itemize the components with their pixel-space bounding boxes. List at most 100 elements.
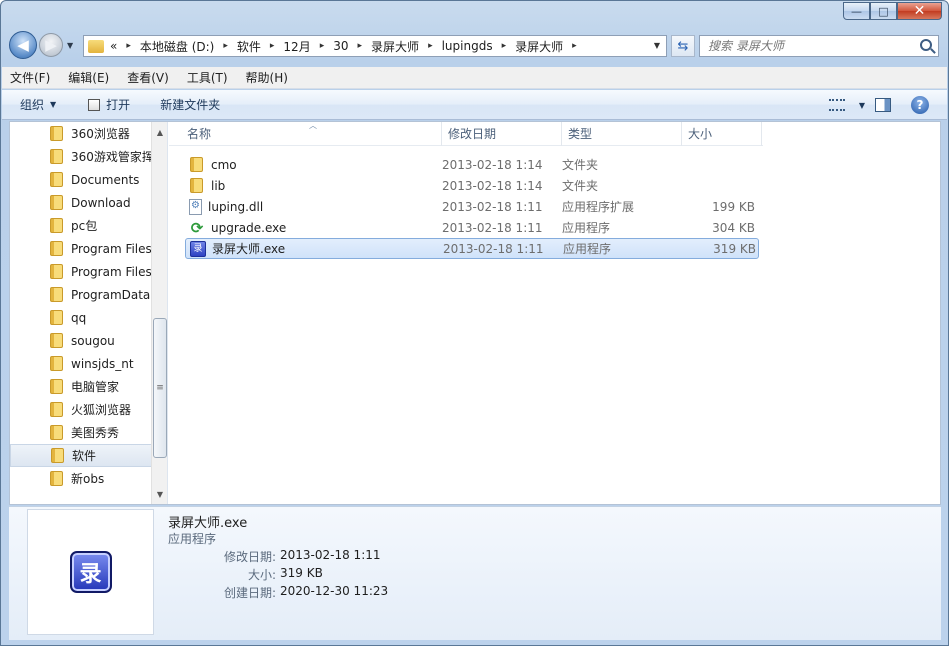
- open-button[interactable]: 打开: [88, 96, 130, 113]
- nav-item[interactable]: Download: [10, 191, 167, 214]
- forward-button[interactable]: ▶: [39, 33, 63, 57]
- breadcrumb-separator-icon[interactable]: ▸: [572, 41, 577, 51]
- breadcrumb-item[interactable]: 12月: [283, 38, 310, 55]
- menu-view[interactable]: 查看(V): [127, 69, 169, 86]
- folder-icon: [50, 195, 63, 210]
- back-button[interactable]: ◀: [9, 31, 37, 59]
- refresh-button[interactable]: ⇆: [671, 35, 695, 57]
- nav-item[interactable]: 火狐浏览器: [10, 398, 167, 421]
- nav-item[interactable]: pc包: [10, 214, 167, 237]
- folder-icon: [50, 333, 63, 348]
- breadcrumb-item[interactable]: 录屏大师: [515, 38, 563, 55]
- details-file-name: 录屏大师.exe: [168, 516, 248, 531]
- menu-tools[interactable]: 工具(T): [187, 69, 228, 86]
- column-header-label: 名称: [187, 127, 212, 141]
- file-name: 录屏大师.exe: [212, 242, 286, 256]
- breadcrumb-separator-icon[interactable]: ▸: [502, 41, 507, 51]
- navigation-bar: ◀ ▶ ▼ « ▸ 本地磁盘 (D:) ▸ 软件 ▸ 12月 ▸ 30 ▸ 录屏…: [9, 31, 941, 61]
- menu-file[interactable]: 文件(F): [10, 69, 50, 86]
- nav-item-selected[interactable]: 软件: [10, 444, 167, 467]
- file-row[interactable]: luping.dll 2013-02-18 1:11 应用程序扩展 199 KB: [185, 196, 759, 217]
- file-name: luping.dll: [208, 199, 264, 214]
- folder-icon: [50, 218, 63, 233]
- details-file-type: 应用程序: [168, 532, 217, 546]
- file-type: 文件夹: [562, 179, 599, 193]
- breadcrumb-separator-icon[interactable]: ▸: [270, 41, 275, 51]
- minimize-button[interactable]: —: [843, 2, 870, 20]
- file-type: 应用程序: [563, 242, 612, 256]
- back-arrow-icon: ◀: [17, 36, 29, 54]
- new-folder-button[interactable]: 新建文件夹: [160, 96, 220, 113]
- breadcrumb-separator-icon[interactable]: ▸: [358, 41, 363, 51]
- nav-item[interactable]: 360游戏管家挥: [10, 145, 167, 168]
- column-header-name[interactable]: 名称 ︿: [169, 121, 442, 146]
- nav-item[interactable]: Program Files: [10, 260, 167, 283]
- search-box[interactable]: [699, 35, 939, 57]
- change-view-icon[interactable]: [828, 99, 845, 111]
- preview-pane-icon[interactable]: [875, 98, 891, 112]
- organize-button[interactable]: 组织 ▼: [20, 96, 56, 113]
- file-type: 应用程序: [562, 221, 611, 235]
- nav-item-label: 360浏览器: [71, 127, 130, 141]
- nav-item[interactable]: 电脑管家: [10, 375, 167, 398]
- column-header-size[interactable]: 大小: [682, 122, 762, 146]
- menu-edit[interactable]: 编辑(E): [68, 69, 109, 86]
- file-row-selected[interactable]: 录录屏大师.exe 2013-02-18 1:11 应用程序 319 KB: [185, 238, 759, 259]
- folder-icon: [190, 157, 203, 172]
- file-date: 2013-02-18 1:11: [442, 220, 543, 235]
- nav-item[interactable]: 360浏览器: [10, 122, 167, 145]
- recent-pages-dropdown[interactable]: ▼: [67, 41, 73, 50]
- app-icon: 录: [69, 551, 112, 593]
- breadcrumb-item[interactable]: 本地磁盘 (D:): [140, 38, 214, 55]
- breadcrumb-separator-icon[interactable]: ▸: [320, 41, 325, 51]
- nav-item[interactable]: Documents: [10, 168, 167, 191]
- nav-item-label: 电脑管家: [71, 380, 120, 394]
- file-row[interactable]: cmo 2013-02-18 1:14 文件夹: [185, 154, 759, 175]
- close-button[interactable]: ✕: [897, 2, 942, 20]
- nav-item[interactable]: ProgramData: [10, 283, 167, 306]
- address-history-dropdown-icon[interactable]: ▼: [654, 41, 660, 50]
- column-header-date[interactable]: 修改日期: [442, 122, 562, 146]
- column-header-type[interactable]: 类型: [562, 122, 682, 146]
- file-date: 2013-02-18 1:14: [442, 157, 543, 172]
- scroll-up-icon[interactable]: ▲: [152, 124, 167, 140]
- nav-item[interactable]: Program Files: [10, 237, 167, 260]
- search-icon[interactable]: [920, 39, 932, 51]
- breadcrumb-separator-icon[interactable]: ▸: [428, 41, 433, 51]
- search-input[interactable]: [708, 39, 908, 53]
- command-bar: 组织 ▼ 打开 新建文件夹 ▼ ?: [2, 90, 947, 120]
- file-date: 2013-02-18 1:11: [443, 241, 544, 256]
- content-area: 360浏览器 360游戏管家挥 Documents Download pc包 P…: [9, 121, 941, 505]
- breadcrumb-separator-icon[interactable]: ▸: [223, 41, 228, 51]
- help-icon[interactable]: ?: [911, 96, 929, 114]
- nav-item-label: ProgramData: [71, 287, 151, 302]
- nav-scrollbar[interactable]: ▲ ≡ ▼: [151, 122, 167, 504]
- maximize-button[interactable]: □: [870, 2, 897, 20]
- file-thumbnail: 录: [27, 509, 154, 635]
- folder-icon: [50, 425, 63, 440]
- view-options-dropdown-icon[interactable]: ▼: [859, 101, 865, 110]
- breadcrumb-overflow[interactable]: «: [110, 39, 117, 53]
- breadcrumb-item[interactable]: 录屏大师: [371, 38, 419, 55]
- folder-icon: [50, 126, 63, 141]
- folder-icon: [50, 356, 63, 371]
- file-row[interactable]: ⟳ upgrade.exe 2013-02-18 1:11 应用程序 304 KB: [185, 217, 759, 238]
- address-bar[interactable]: « ▸ 本地磁盘 (D:) ▸ 软件 ▸ 12月 ▸ 30 ▸ 录屏大师 ▸ l…: [83, 35, 667, 57]
- open-label: 打开: [106, 98, 131, 112]
- nav-item[interactable]: sougou: [10, 329, 167, 352]
- breadcrumb-item[interactable]: lupingds: [442, 39, 493, 53]
- scroll-down-icon[interactable]: ▼: [152, 486, 167, 502]
- nav-item[interactable]: 美图秀秀: [10, 421, 167, 444]
- file-date: 2013-02-18 1:11: [442, 199, 543, 214]
- nav-item[interactable]: 新obs: [10, 467, 167, 490]
- breadcrumb-item[interactable]: 30: [333, 39, 348, 53]
- column-headers: 名称 ︿ 修改日期 类型 大小: [169, 121, 763, 146]
- breadcrumb-item[interactable]: 软件: [237, 38, 261, 55]
- nav-item[interactable]: winsjds_nt: [10, 352, 167, 375]
- nav-item[interactable]: qq: [10, 306, 167, 329]
- details-property: 修改日期: 2013-02-18 1:11: [168, 548, 408, 565]
- file-type: 应用程序扩展: [562, 200, 635, 214]
- menu-help[interactable]: 帮助(H): [246, 69, 288, 86]
- file-row[interactable]: lib 2013-02-18 1:14 文件夹: [185, 175, 759, 196]
- scroll-thumb[interactable]: ≡: [153, 318, 167, 458]
